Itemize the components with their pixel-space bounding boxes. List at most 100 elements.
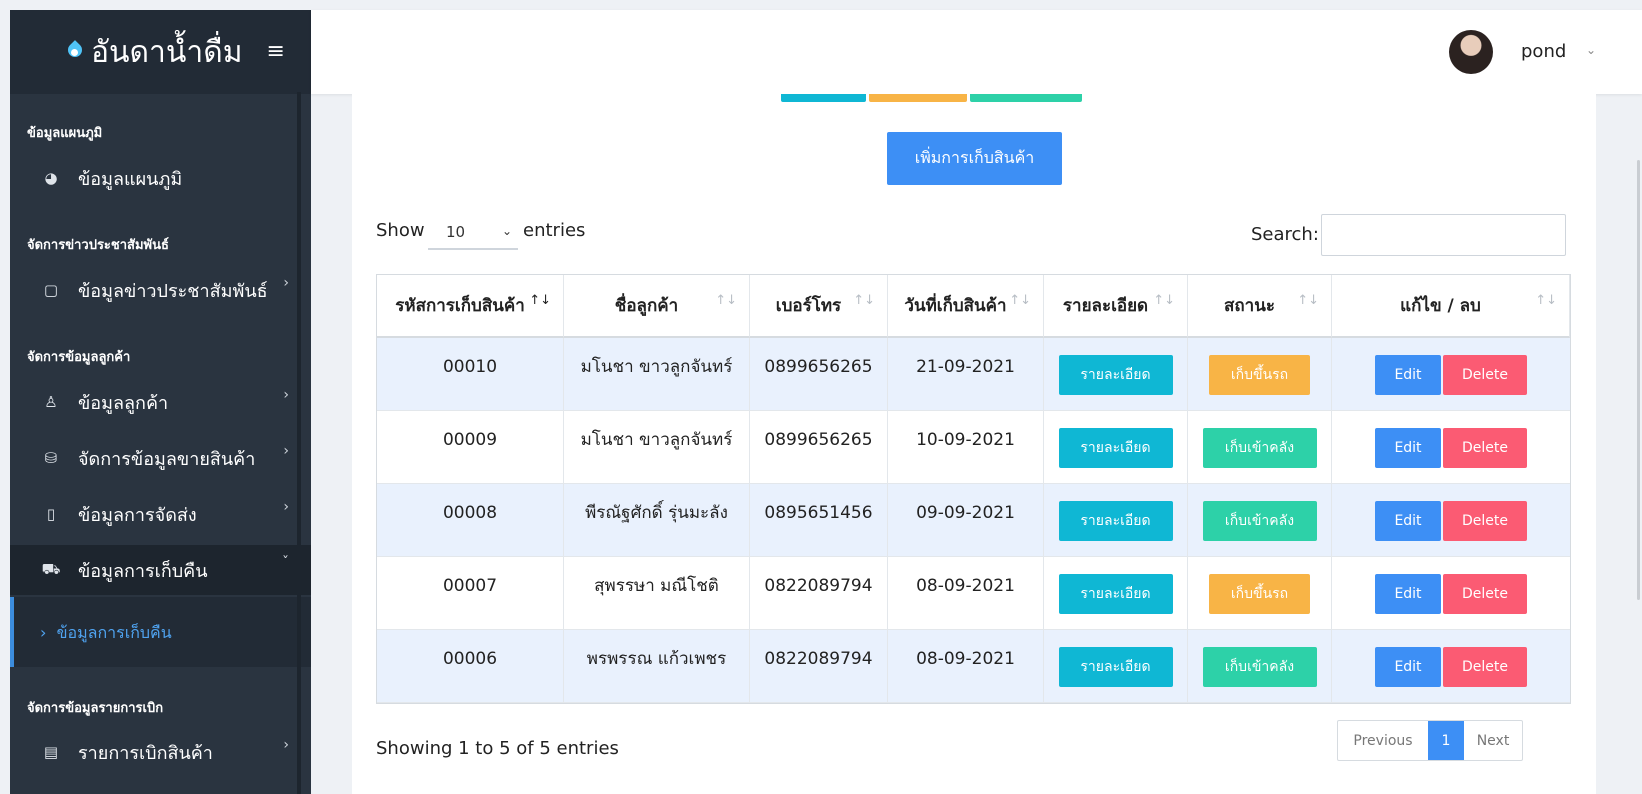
sidebar-item-label: จัดการข้อมูลขายสินค้า	[78, 448, 256, 470]
cell-phone: 0822089794	[750, 557, 888, 630]
status-badge[interactable]: เก็บเข้าคลัง	[1202, 500, 1317, 541]
clipboard-icon: ▢	[43, 281, 59, 299]
search-label: Search:	[1251, 224, 1319, 245]
sort-icon: ↑↓	[715, 293, 737, 308]
pie-chart-icon: ◕	[44, 169, 58, 187]
detail-button[interactable]: รายละเอียด	[1058, 500, 1173, 541]
hamburger-menu-icon[interactable]: ≡	[266, 41, 284, 63]
cell-phone: 0899656265	[750, 338, 888, 411]
column-header-label: วันที่เก็บสินค้า	[904, 296, 1007, 316]
column-header[interactable]: แก้ไข / ลบ ↑↓	[1332, 275, 1570, 338]
chevron-right-icon: ›	[283, 275, 289, 291]
cell-date: 21-09-2021	[888, 338, 1044, 411]
chevron-right-icon: ›	[283, 499, 289, 515]
top-button-1[interactable]	[781, 94, 866, 102]
collection-table: รหัสการเก็บสินค้า ↑↓ ชื่อลูกค้า ↑↓ เบอร์โทร ↑…	[376, 274, 1571, 704]
showing-info: Showing 1 to 5 of 5 entries	[376, 738, 619, 759]
page-scrollbar[interactable]	[1637, 160, 1640, 600]
delete-button[interactable]: Delete	[1443, 500, 1527, 541]
column-header[interactable]: สถานะ ↑↓	[1188, 275, 1332, 338]
cell-actions: Edit Delete	[1332, 557, 1570, 630]
sidebar-item-label: ข้อมูลการเก็บคืน	[78, 560, 208, 582]
pagination-previous[interactable]: Previous	[1338, 721, 1428, 760]
sort-icon: ↑↓	[853, 293, 875, 308]
username[interactable]: pond	[1521, 41, 1566, 62]
detail-button[interactable]: รายละเอียด	[1058, 573, 1173, 614]
clipboard-icon: ▯	[46, 505, 56, 523]
brand-title: อันดาน้ำดื่ม	[91, 34, 243, 70]
search-input[interactable]	[1321, 214, 1566, 256]
add-collection-button[interactable]: เพิ่มการเก็บสินค้า	[887, 132, 1062, 185]
table-row: 00007 สุพรรษา มณีโชติ 0822089794 08-09-2021…	[377, 557, 1570, 630]
sidebar-subitem-link[interactable]: › ข้อมูลการเก็บคืน	[40, 621, 172, 646]
cell-status: เก็บเข้าคลัง	[1188, 411, 1332, 484]
pagination-page-1[interactable]: 1	[1428, 721, 1464, 760]
cell-actions: Edit Delete	[1332, 338, 1570, 411]
sidebar-item-returns[interactable]: ⛟ ข้อมูลการเก็บคืน ˇ	[10, 545, 311, 595]
sidebar-scrollbar[interactable]	[297, 92, 301, 794]
cell-status: เก็บเข้าคลัง	[1188, 484, 1332, 557]
water-drop-logo-icon	[65, 40, 85, 64]
sort-icon: ↑↓	[1153, 293, 1175, 308]
sidebar-item-sales[interactable]: ⛁ จัดการข้อมูลขายสินค้า ›	[10, 433, 311, 483]
column-header-label: รหัสการเก็บสินค้า	[395, 296, 525, 316]
pagination-next[interactable]: Next	[1464, 721, 1522, 760]
cell-detail: รายละเอียด	[1044, 630, 1188, 703]
top-button-2[interactable]	[869, 94, 967, 102]
section-title-news: จัดการข่าวประชาสัมพันธ์	[27, 238, 169, 253]
chevron-right-icon: ›	[283, 443, 289, 459]
sidebar-item-delivery[interactable]: ▯ ข้อมูลการจัดส่ง ›	[10, 489, 311, 539]
edit-button[interactable]: Edit	[1375, 646, 1441, 687]
status-badge[interactable]: เก็บขึ้นรถ	[1209, 354, 1310, 395]
cell-phone: 0822089794	[750, 630, 888, 703]
delete-button[interactable]: Delete	[1443, 646, 1527, 687]
column-header[interactable]: วันที่เก็บสินค้า ↑↓	[888, 275, 1044, 338]
edit-button[interactable]: Edit	[1375, 427, 1441, 468]
delete-button[interactable]: Delete	[1443, 573, 1527, 614]
table-row: 00006 พรพรรณ แก้วเพชร 0822089794 08-09-2021…	[377, 630, 1570, 703]
column-header[interactable]: รายละเอียด ↑↓	[1044, 275, 1188, 338]
detail-button[interactable]: รายละเอียด	[1058, 354, 1173, 395]
brand-bar: อันดาน้ำดื่ม ≡	[10, 10, 311, 94]
column-header[interactable]: ชื่อลูกค้า ↑↓	[564, 275, 750, 338]
sort-icon: ↑↓	[1297, 293, 1319, 308]
content-card: เพิ่มการเก็บสินค้า Show 10 ⌄ entries Sea…	[352, 94, 1596, 794]
edit-button[interactable]: Edit	[1375, 354, 1441, 395]
edit-button[interactable]: Edit	[1375, 573, 1441, 614]
entries-value: 10	[446, 223, 466, 241]
detail-button[interactable]: รายละเอียด	[1058, 646, 1173, 687]
status-badge[interactable]: เก็บเข้าคลัง	[1202, 646, 1317, 687]
cell-status: เก็บเข้าคลัง	[1188, 630, 1332, 703]
delete-button[interactable]: Delete	[1443, 427, 1527, 468]
chevron-down-icon[interactable]: ⌄	[1586, 43, 1596, 57]
cell-actions: Edit Delete	[1332, 484, 1570, 557]
column-header[interactable]: รหัสการเก็บสินค้า ↑↓	[377, 275, 564, 338]
cell-phone: 0899656265	[750, 411, 888, 484]
sidebar-item-label: ข้อมูลข่าวประชาสัมพันธ์	[78, 280, 268, 302]
avatar[interactable]	[1449, 30, 1493, 74]
edit-button[interactable]: Edit	[1375, 500, 1441, 541]
column-header[interactable]: เบอร์โทร ↑↓	[750, 275, 888, 338]
cell-date: 08-09-2021	[888, 630, 1044, 703]
cell-detail: รายละเอียด	[1044, 338, 1188, 411]
sidebar-item-chart[interactable]: ◕ ข้อมูลแผนภูมิ	[10, 153, 311, 203]
status-badge[interactable]: เก็บเข้าคลัง	[1202, 427, 1317, 468]
sidebar-item-customers[interactable]: ♙ ข้อมูลลูกค้า ›	[10, 377, 311, 427]
entries-select[interactable]: 10 ⌄	[428, 216, 518, 250]
table-row: 00008 พีรณัฐศักดิ์ รุ่นมะลัง 0895651456 09-…	[377, 484, 1570, 557]
cell-detail: รายละเอียด	[1044, 411, 1188, 484]
detail-button[interactable]: รายละเอียด	[1058, 427, 1173, 468]
cell-id: 00007	[377, 557, 564, 630]
delete-button[interactable]: Delete	[1443, 354, 1527, 395]
cell-customer: มโนชา ขาวลูกจันทร์	[564, 338, 750, 411]
chevron-down-icon: ⌄	[501, 224, 512, 238]
status-badge[interactable]: เก็บขึ้นรถ	[1209, 573, 1310, 614]
cell-date: 10-09-2021	[888, 411, 1044, 484]
cell-status: เก็บขึ้นรถ	[1188, 338, 1332, 411]
sidebar-item-withdraw[interactable]: ▤ รายการเบิกสินค้า ›	[10, 727, 311, 777]
cell-id: 00006	[377, 630, 564, 703]
top-button-3[interactable]	[970, 94, 1082, 102]
cell-phone: 0895651456	[750, 484, 888, 557]
sort-icon: ↑↓	[529, 293, 551, 308]
sidebar-item-news[interactable]: ▢ ข้อมูลข่าวประชาสัมพันธ์ ›	[10, 265, 311, 315]
